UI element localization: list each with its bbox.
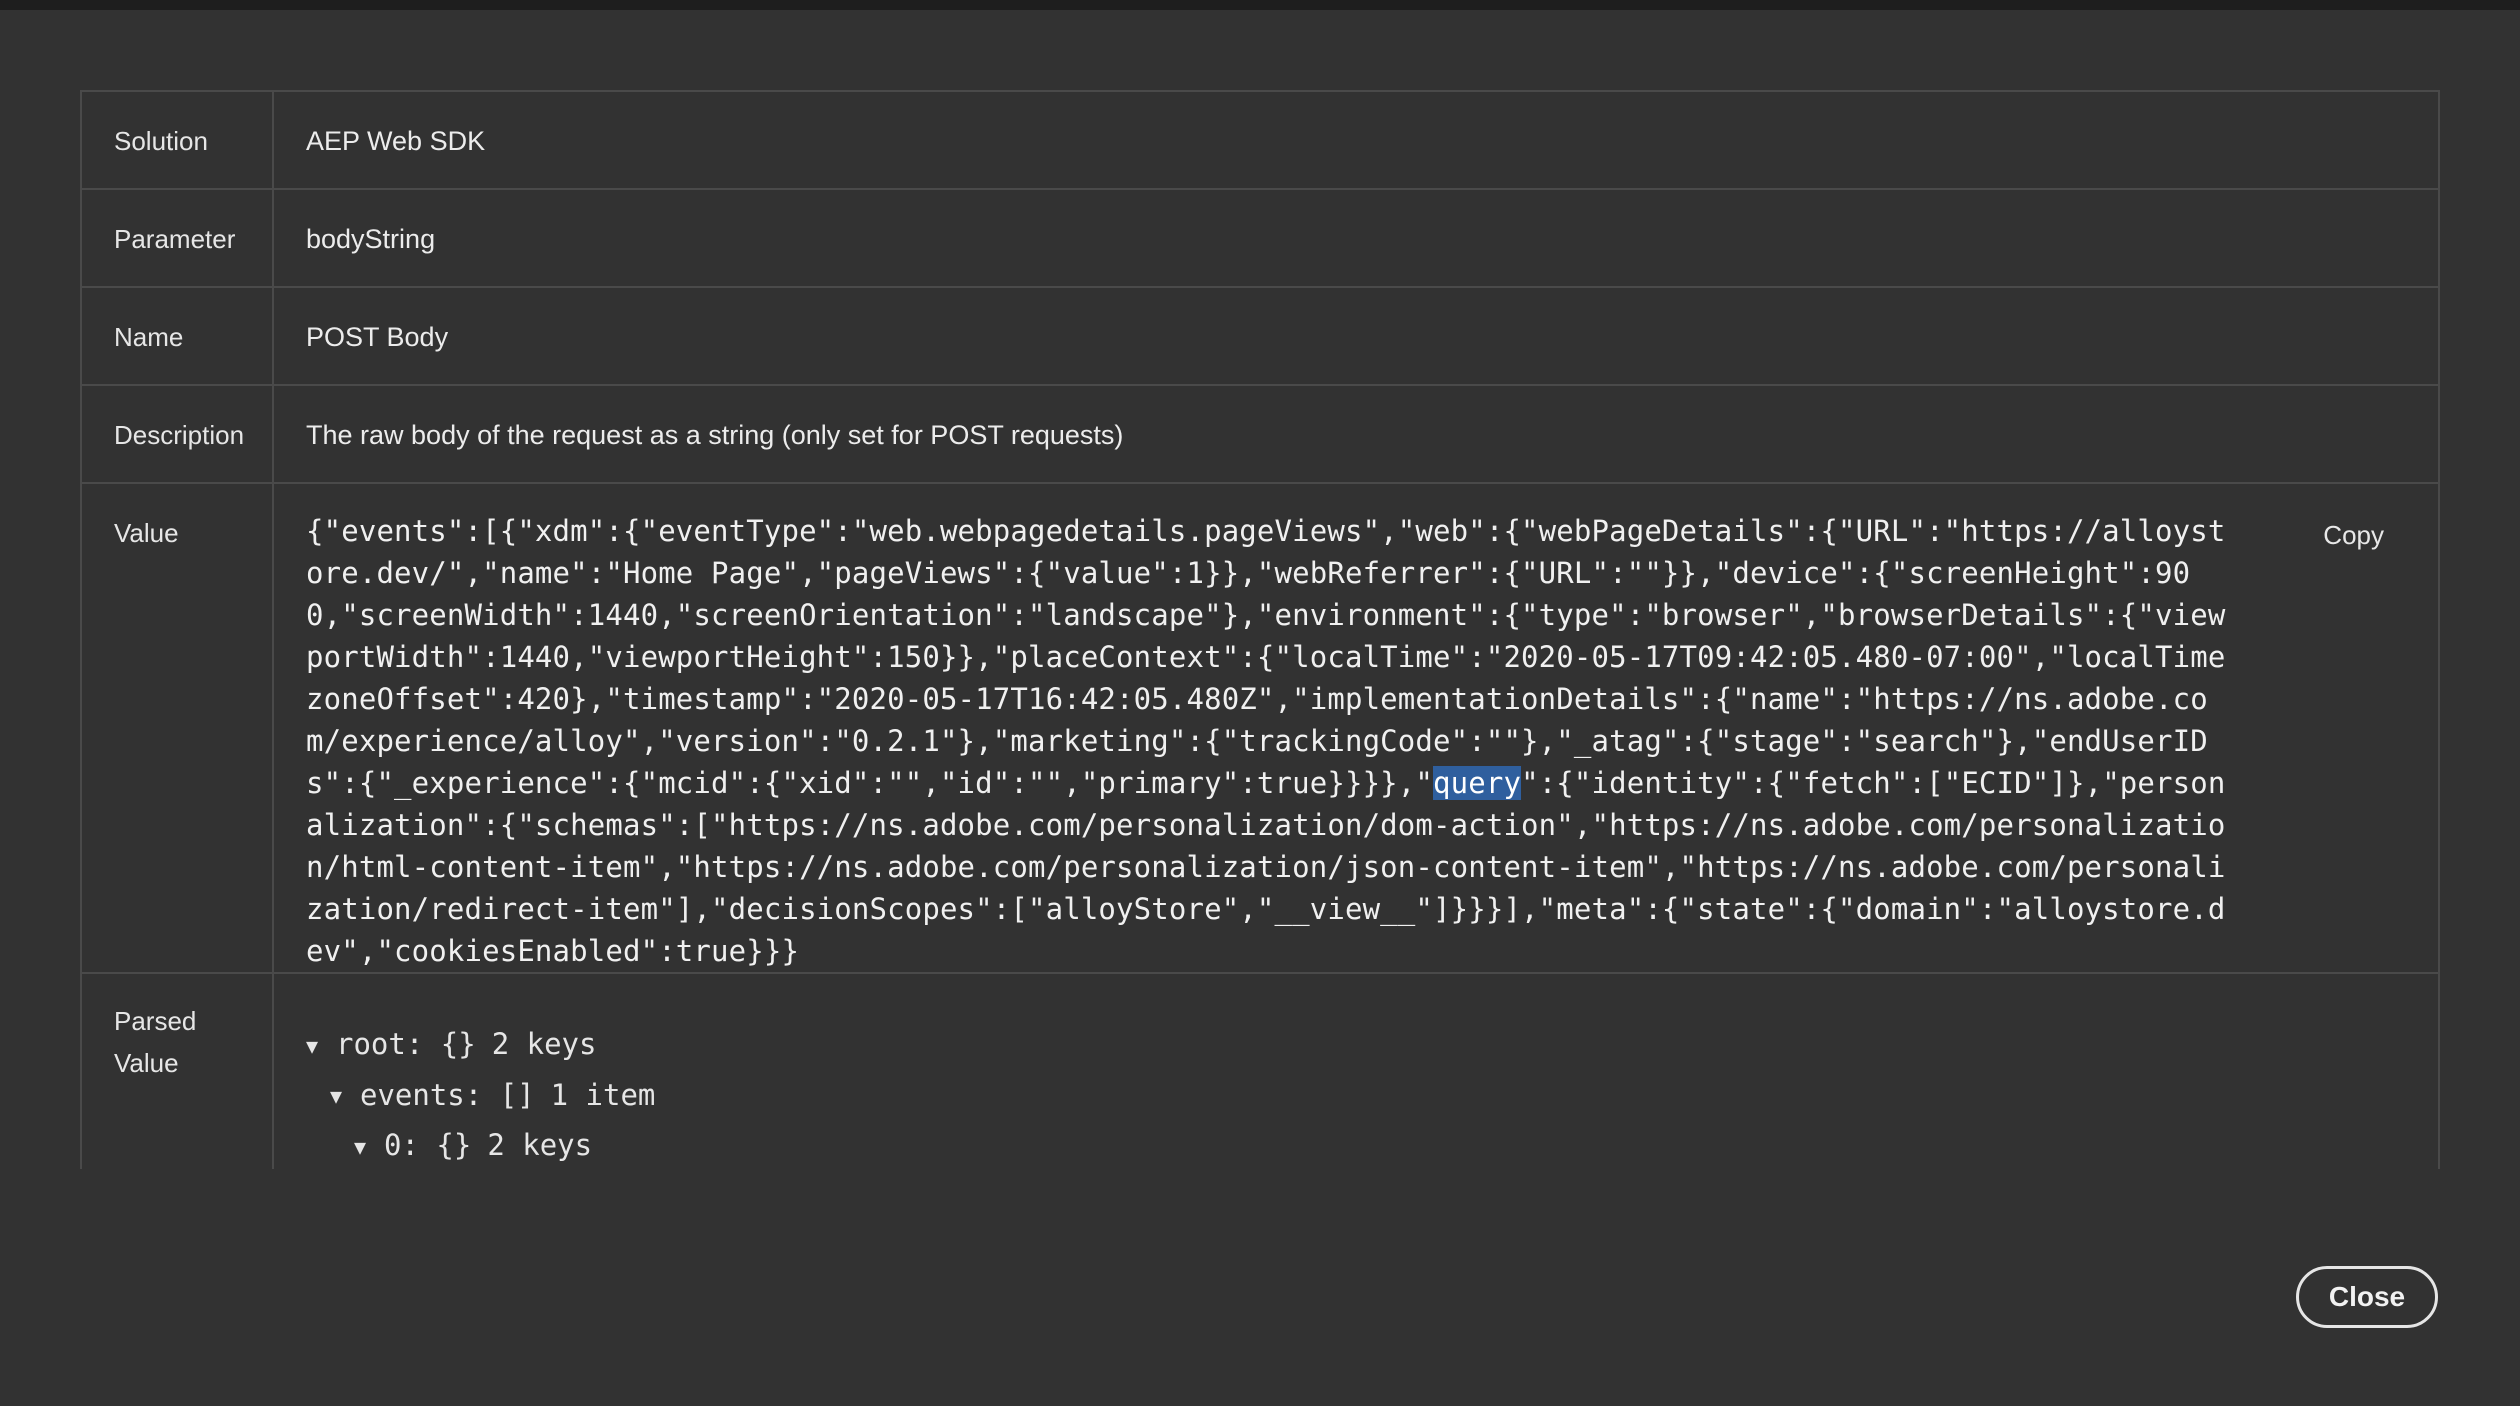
caret-down-icon[interactable]: ▼: [354, 1123, 384, 1170]
copy-button[interactable]: Copy: [2323, 514, 2384, 556]
tree-node-count: 2 keys: [487, 1128, 593, 1162]
window-top-bar: [0, 0, 2520, 10]
name-label: Name: [80, 286, 274, 386]
parsed-value-cell: ▼ root: {} 2 keys ▼ events: [] 1 item ▼ 0: {}…: [272, 972, 2440, 1169]
solution-label: Solution: [80, 90, 274, 190]
row-solution: Solution AEP Web SDK: [80, 90, 2440, 190]
value-label: Value: [80, 482, 274, 974]
row-description: Description The raw body of the request …: [80, 384, 2440, 484]
tree-node-events-0[interactable]: ▼ 0: {} 2 keys: [306, 1121, 2438, 1169]
raw-json-value[interactable]: {"events":[{"xdm":{"eventType":"web.webp…: [306, 510, 2241, 972]
parameter-label: Parameter: [80, 188, 274, 288]
description-label: Description: [80, 384, 274, 484]
tree-node-type: {}: [436, 1128, 472, 1162]
selected-text-query: query: [1433, 766, 1522, 800]
tree-node-root[interactable]: ▼ root: {} 2 keys: [306, 1020, 2438, 1071]
name-value: POST Body: [272, 286, 2440, 386]
caret-down-icon[interactable]: ▼: [330, 1072, 360, 1121]
raw-json-before: {"events":[{"xdm":{"eventType":"web.webp…: [306, 514, 2226, 800]
tree-node-key: root:: [336, 1027, 424, 1061]
parameter-value: bodyString: [272, 188, 2440, 288]
value-cell: {"events":[{"xdm":{"eventType":"web.webp…: [272, 482, 2440, 974]
tree-node-key: events:: [360, 1077, 483, 1112]
parsed-label-line2: Value: [114, 1048, 179, 1078]
close-button[interactable]: Close: [2296, 1266, 2438, 1328]
parsed-value-label: Parsed Value: [80, 972, 274, 1169]
tree-node-key: 0:: [384, 1128, 419, 1162]
tree-node-type: {}: [440, 1027, 476, 1061]
tree-node-type: []: [499, 1077, 535, 1112]
solution-value: AEP Web SDK: [272, 90, 2440, 190]
row-name: Name POST Body: [80, 286, 2440, 386]
caret-down-icon[interactable]: ▼: [306, 1022, 336, 1071]
row-parameter: Parameter bodyString: [80, 188, 2440, 288]
details-dialog: Solution AEP Web SDK Parameter bodyStrin…: [0, 10, 2520, 1406]
parsed-label-line1: Parsed: [114, 1006, 197, 1036]
details-table-scroll-area[interactable]: Solution AEP Web SDK Parameter bodyStrin…: [80, 90, 2440, 1169]
row-value: Value {"events":[{"xdm":{"eventType":"we…: [80, 482, 2440, 974]
json-tree-view: ▼ root: {} 2 keys ▼ events: [] 1 item ▼ 0: {}…: [306, 1020, 2438, 1169]
tree-node-count: 2 keys: [491, 1027, 597, 1061]
details-table: Solution AEP Web SDK Parameter bodyStrin…: [80, 90, 2440, 1169]
tree-node-count: 1 item: [550, 1077, 656, 1112]
row-parsed-value: Parsed Value ▼ root: {} 2 keys ▼ events: []…: [80, 972, 2440, 1169]
description-value: The raw body of the request as a string …: [272, 384, 2440, 484]
tree-node-events[interactable]: ▼ events: [] 1 item: [306, 1071, 2438, 1122]
